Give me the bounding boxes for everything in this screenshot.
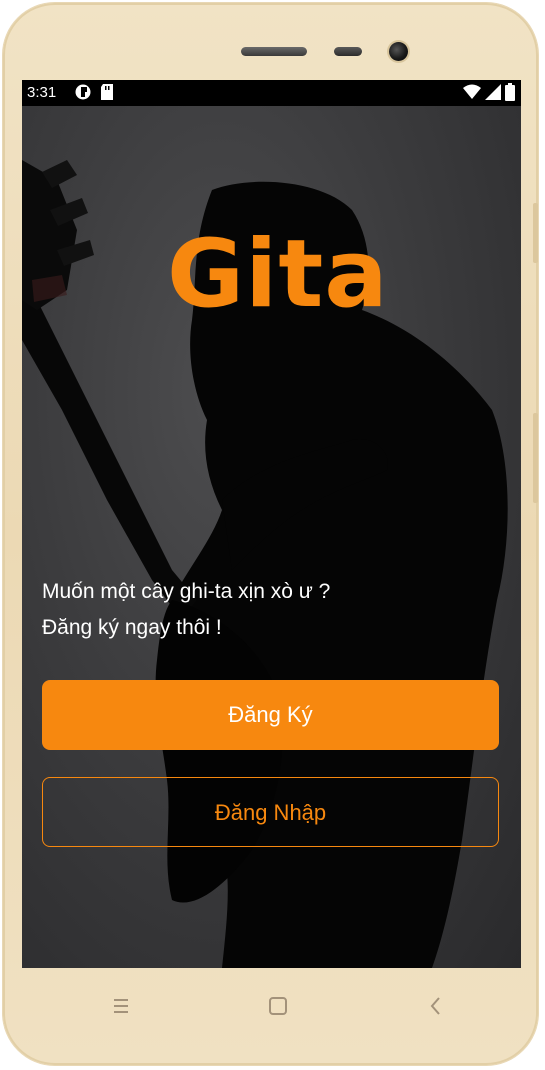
- signal-icon: [485, 84, 501, 100]
- power-button: [533, 413, 538, 503]
- tagline-line-1: Muốn một cây ghi-ta xịn xò ư ?: [42, 580, 331, 603]
- battery-icon: [505, 83, 515, 101]
- status-time: 3:31: [27, 84, 57, 101]
- navigation-bar: [0, 975, 545, 1035]
- status-bar: 3:31: [22, 80, 521, 106]
- tagline-line-2: Đăng ký ngay thôi !: [42, 616, 222, 639]
- front-camera: [389, 42, 408, 61]
- home-icon[interactable]: [263, 993, 293, 1019]
- sync-icon: [75, 84, 91, 100]
- register-button[interactable]: Đăng Ký: [42, 680, 499, 750]
- app-screen: 3:31 Gita Muốn một cây ghi-ta xịn xò ư ?…: [22, 80, 521, 968]
- earpiece-speaker: [241, 47, 307, 56]
- app-logo: Gita: [167, 220, 389, 329]
- back-icon[interactable]: [421, 993, 451, 1019]
- proximity-sensor: [334, 47, 362, 56]
- wifi-icon: [463, 84, 481, 99]
- volume-button: [533, 203, 538, 263]
- login-button[interactable]: Đăng Nhập: [42, 777, 499, 847]
- sd-card-icon: [101, 84, 113, 100]
- menu-icon[interactable]: [106, 993, 136, 1019]
- tagline: Muốn một cây ghi-ta xịn xò ư ? Đăng ký n…: [42, 574, 502, 646]
